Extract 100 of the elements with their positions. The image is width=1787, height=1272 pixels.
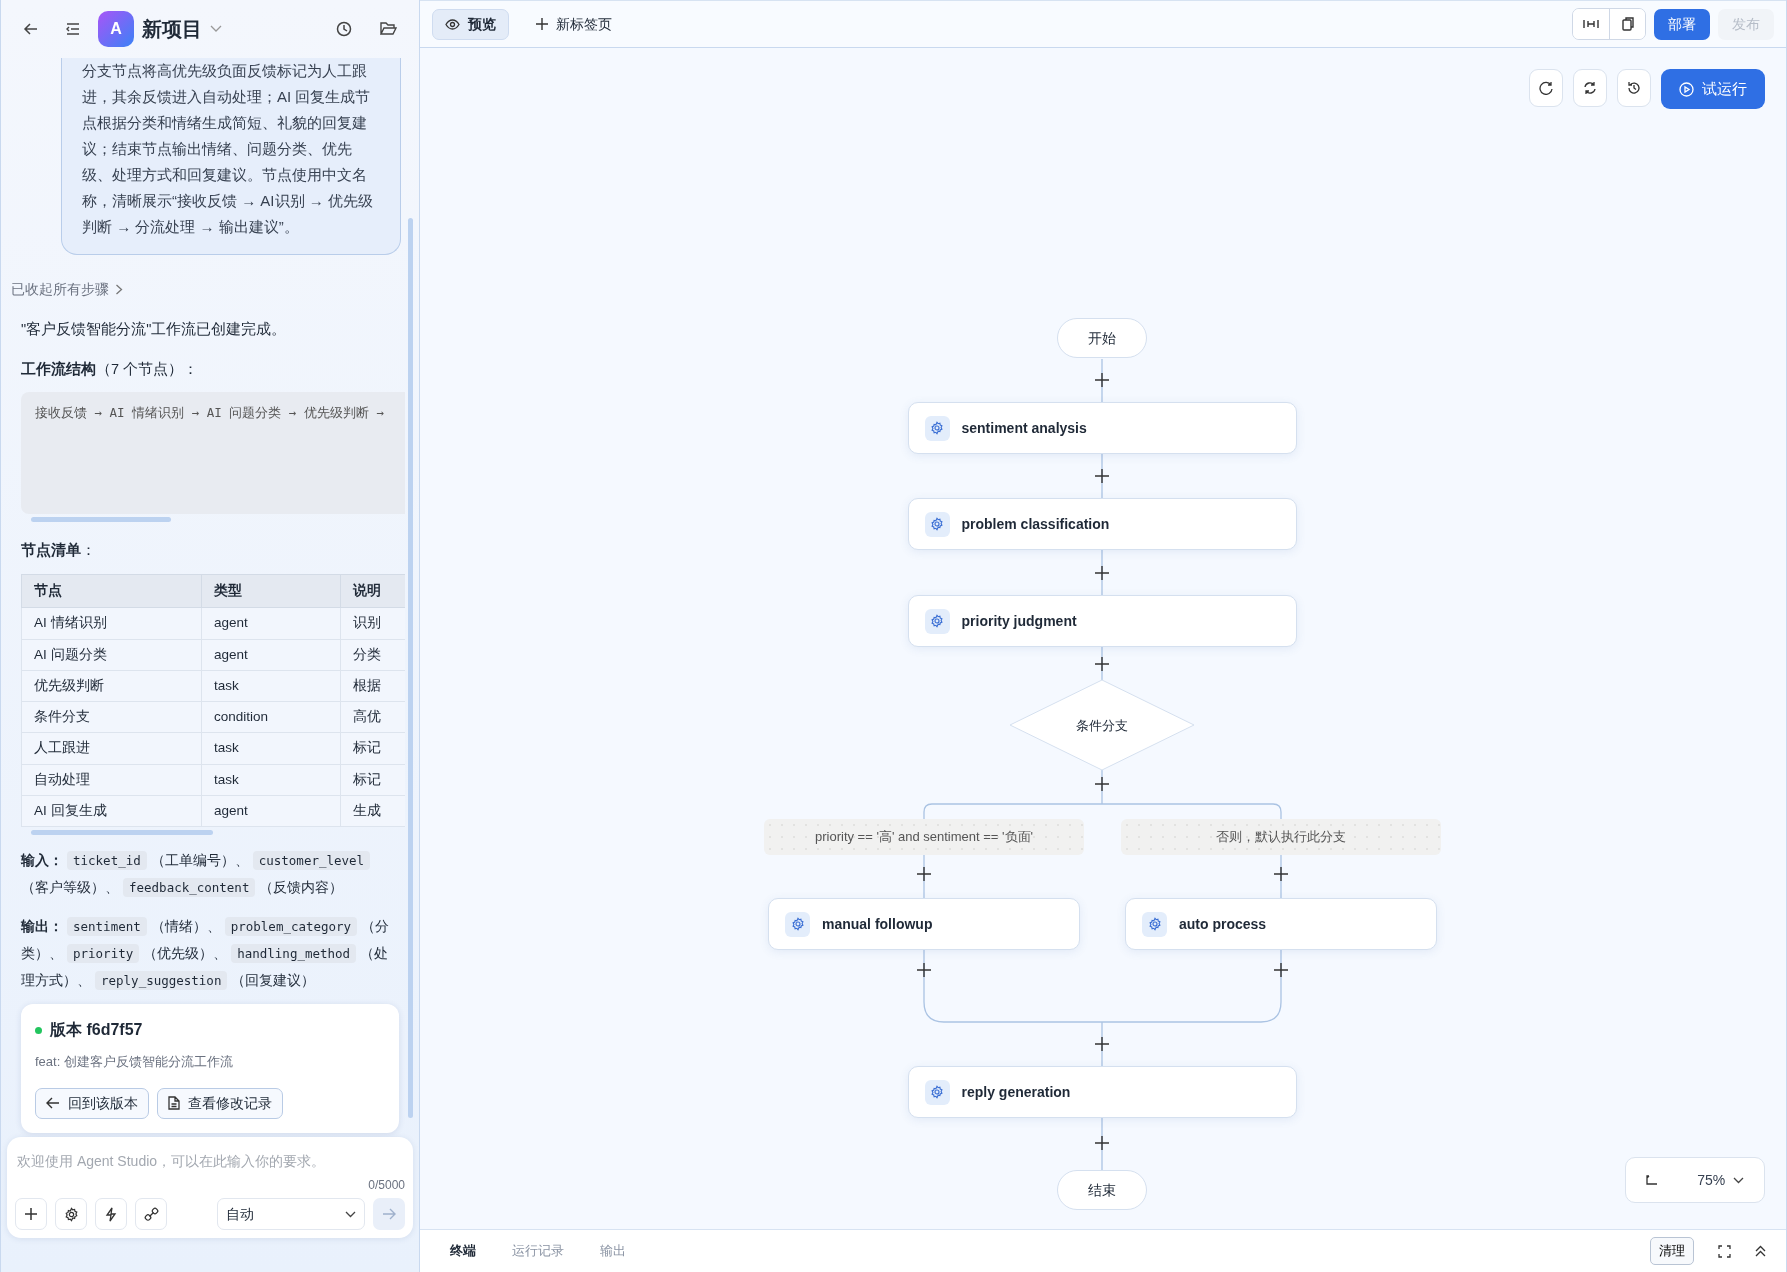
add-node-icon[interactable] <box>917 867 931 881</box>
add-node-icon[interactable] <box>1274 963 1288 977</box>
revert-button[interactable]: 回到该版本 <box>35 1087 149 1119</box>
fullscreen-icon[interactable] <box>1718 1244 1731 1258</box>
plus-icon <box>24 1207 38 1221</box>
start-node[interactable]: 开始 <box>1057 318 1147 358</box>
plus-icon <box>536 18 548 30</box>
history-icon <box>1627 81 1641 95</box>
deploy-button[interactable]: 部署 <box>1654 8 1710 40</box>
eye-icon <box>445 18 460 30</box>
clear-button[interactable]: 清理 <box>1650 1237 1694 1265</box>
chevron-right-icon[interactable] <box>115 284 123 295</box>
arrow-left-icon <box>23 21 39 37</box>
copy-icon <box>1621 17 1634 31</box>
settings-button[interactable] <box>55 1198 87 1230</box>
chevron-down-icon[interactable] <box>1733 1176 1745 1184</box>
task-node[interactable]: manual followup <box>768 898 1080 950</box>
add-node-icon[interactable] <box>1095 777 1109 791</box>
table-cell: 识别 <box>340 607 405 639</box>
sync-button[interactable] <box>1573 69 1607 107</box>
table-cell: AI 情绪识别 <box>21 607 202 639</box>
table-cell: 高优 <box>340 701 405 733</box>
add-button[interactable] <box>15 1198 47 1230</box>
steps-toggle[interactable]: 已收起所有步骤 <box>11 279 109 300</box>
new-tab-button[interactable]: 新标签页 <box>523 8 625 40</box>
scrollbar[interactable] <box>31 830 213 835</box>
status-dot <box>35 1026 42 1034</box>
version-title: 版本 f6d7f57 <box>50 1020 143 1040</box>
add-node-icon[interactable] <box>1095 469 1109 483</box>
table-cell: 标记 <box>340 764 405 796</box>
table-cell: 自动处理 <box>21 764 202 796</box>
task-node[interactable]: auto process <box>1125 898 1437 950</box>
history-button[interactable] <box>1617 69 1651 107</box>
history-button[interactable] <box>334 19 354 39</box>
code-text: 接收反馈 → AI 情绪识别 → AI 问题分类 → 优先级判断 → <box>35 405 384 421</box>
gear-icon <box>924 415 950 441</box>
branch-condition[interactable]: priority == '高' and sentiment == '负面' <box>764 819 1084 855</box>
table-cell: task <box>201 732 341 764</box>
table-cell: task <box>201 764 341 796</box>
project-name[interactable]: 新项目 <box>142 14 202 44</box>
project-avatar: A <box>98 11 134 47</box>
folder-icon <box>380 21 397 36</box>
table-cell: 条件分支 <box>21 701 202 733</box>
preview-tab[interactable]: 预览 <box>432 8 509 40</box>
end-node[interactable]: 结束 <box>1057 1170 1147 1210</box>
add-node-icon[interactable] <box>1095 566 1109 580</box>
io-paragraph: 输出： sentiment （情绪）、 problem_category （分类）、 priority （优先级）、 handling_method （处理方式）、 reply_suggestion （回复建议） <box>21 916 391 992</box>
run-button[interactable]: 试运行 <box>1661 69 1765 109</box>
table-cell: AI 问题分类 <box>21 639 202 671</box>
chevron-down-icon <box>345 1210 356 1218</box>
refresh-icon <box>1539 81 1553 95</box>
document-icon <box>168 1096 180 1110</box>
expand-up-icon[interactable] <box>1755 1245 1766 1257</box>
table-cell: agent <box>201 639 341 671</box>
column-header: 节点 <box>21 574 202 608</box>
section-heading: 节点清单： <box>21 541 97 561</box>
task-node[interactable]: sentiment analysis <box>907 402 1297 454</box>
lightning-icon <box>105 1206 117 1222</box>
task-node[interactable]: priority judgment <box>907 595 1297 647</box>
mode-select[interactable]: 自动 <box>217 1198 365 1230</box>
table-cell: agent <box>201 795 341 827</box>
add-node-icon[interactable] <box>1274 867 1288 881</box>
condition-label: 条件分支 <box>1075 717 1129 735</box>
gear-icon <box>924 1079 950 1105</box>
io-paragraph: 输入： ticket_id （工单编号）、 customer_level （客户等级）、 feedback_content （反馈内容） <box>21 847 399 901</box>
play-icon <box>1679 81 1694 97</box>
copy-button[interactable] <box>1609 9 1645 39</box>
link-button[interactable] <box>135 1198 167 1230</box>
table-cell: 标记 <box>340 732 405 764</box>
message-input-box[interactable]: 欢迎使用 Agent Studio，可以在此输入你的要求。 0/5000 自动 <box>7 1137 413 1238</box>
table-cell: 分类 <box>340 639 405 671</box>
table-cell: agent <box>201 607 341 639</box>
undo-button[interactable] <box>1529 69 1563 107</box>
history-icon <box>336 21 352 37</box>
condition-node[interactable] <box>1009 679 1195 771</box>
table-cell: 优先级判断 <box>21 670 202 702</box>
table-cell: 根据 <box>340 670 405 702</box>
panel-tab[interactable]: 终端 <box>440 1237 486 1265</box>
column-header: 类型 <box>201 574 341 608</box>
link-icon <box>143 1206 159 1222</box>
gear-icon <box>785 911 810 937</box>
scrollbar[interactable] <box>408 218 413 1118</box>
add-node-icon[interactable] <box>1095 1136 1109 1150</box>
add-node-icon[interactable] <box>1095 657 1109 671</box>
task-node[interactable]: reply generation <box>907 1066 1297 1118</box>
lightning-button[interactable] <box>95 1198 127 1230</box>
branch-condition[interactable]: 否则，默认执行此分支 <box>1121 819 1441 855</box>
add-node-icon[interactable] <box>1095 1037 1109 1051</box>
view-changes-button[interactable]: 查看修改记录 <box>157 1087 283 1119</box>
scrollbar[interactable] <box>31 517 171 523</box>
sliders-icon <box>1583 18 1599 30</box>
sync-icon <box>1583 81 1597 95</box>
add-node-icon[interactable] <box>1095 373 1109 387</box>
zoom-level[interactable]: 75% <box>1697 1169 1726 1191</box>
fit-view-icon[interactable] <box>1645 1175 1658 1185</box>
task-node[interactable]: problem classification <box>907 498 1297 550</box>
add-node-icon[interactable] <box>917 963 931 977</box>
user-message: 分支节点将高优先级负面反馈标记为人工跟进，其余反馈进入自动处理；AI 回复生成节点根据分类和情绪生成简短、礼貌的回复建议；结束节点输出情绪、问题分类、优先级、处理方式和回复建议。节点使用中文名称，清晰展示“接收反馈 → AI识别 → 优先级判断 → 分流处理 → 输出建议”。 <box>61 58 401 255</box>
zoom-control[interactable]: 75% <box>1625 1157 1765 1203</box>
menu-icon <box>65 22 80 36</box>
